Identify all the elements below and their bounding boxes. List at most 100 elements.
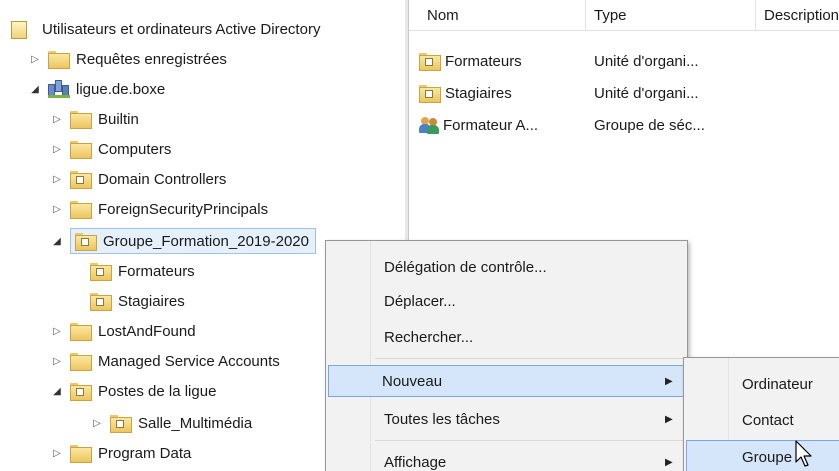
menu-separator [375,358,683,359]
collapse-arrow-icon[interactable]: ◢ [50,376,64,406]
menu-item-delegation[interactable]: Délégation de contrôle... [328,249,685,285]
mouse-cursor-icon [795,440,812,467]
menu-item-label: Délégation de contrôle... [384,258,547,276]
menu-item-new[interactable]: Nouveau ▶ [328,365,685,397]
ad-users-computers-icon [8,20,28,39]
list-header: Nom Type Description [409,0,839,31]
tree-item-label: Salle_Multimédia [138,414,253,432]
menu-item-computer[interactable]: Ordinateur [686,366,839,402]
menu-item-label: Contact [742,411,794,429]
menu-item-move[interactable]: Déplacer... [328,283,685,319]
menu-item-group[interactable]: Groupe [686,440,839,471]
ou-icon [419,53,441,71]
menu-item-contact[interactable]: Contact [686,402,839,438]
tree-item-label: ForeignSecurityPrincipals [98,200,269,218]
menu-item-label: Groupe [742,448,793,466]
menu-item-label: Ordinateur [742,375,813,393]
tree-item-label: Stagiaires [118,292,185,310]
menu-separator [375,440,683,441]
list-item-type: Groupe de séc... [594,116,705,134]
folder-icon [70,353,92,371]
menu-item-view[interactable]: Affichage ▶ [328,444,685,471]
list-item-type: Unité d'organi... [594,84,699,102]
list-item[interactable]: Formateurs Unité d'organi... [409,46,756,76]
submenu-arrow-icon: ▶ [665,413,673,425]
tree-item-builtin[interactable]: ▷ Builtin [50,104,139,134]
ou-icon [75,233,97,251]
tree-item-label: Managed Service Accounts [98,352,280,370]
folder-icon [48,51,70,69]
tree-item-program-data[interactable]: ▷ Program Data [50,438,191,468]
folder-icon [70,445,92,463]
tree-item-salle[interactable]: ▷ Salle_Multimédia [90,408,252,438]
tree-item-label: LostAndFound [98,322,196,340]
tree-item-label: ligue.de.boxe [76,80,166,98]
context-menu: Délégation de contrôle... Déplacer... Re… [325,240,688,471]
ou-icon [419,85,441,103]
list-item-name: Formateurs [445,52,522,70]
expand-arrow-icon[interactable]: ▷ [50,104,64,134]
submenu-arrow-icon: ▶ [665,456,673,468]
list-item-name: Formateur A... [443,116,539,134]
folder-icon [70,201,92,219]
expand-arrow-icon[interactable]: ▷ [50,194,64,224]
group-icon [419,116,439,134]
submenu-new: Ordinateur Contact Groupe [683,357,839,471]
expand-arrow-icon[interactable]: ▷ [50,346,64,376]
ou-icon [90,293,112,311]
tree-item-label: Computers [98,140,172,158]
list-item-type: Unité d'organi... [594,52,699,70]
tree-item-label: Requêtes enregistrées [76,50,227,68]
ou-icon [110,415,132,433]
expand-arrow-icon[interactable]: ▷ [50,164,64,194]
tree-item-label: Domain Controllers [98,170,227,188]
tree-item-saved-queries[interactable]: ▷ Requêtes enregistrées [28,44,227,74]
tree-item-fsp[interactable]: ▷ ForeignSecurityPrincipals [50,194,268,224]
ou-icon [70,383,92,401]
tree-item-groupe-formation-row[interactable]: ◢ Groupe_Formation_2019-2020 [50,226,316,256]
tree-item-label: Builtin [98,110,139,128]
expand-arrow-icon[interactable]: ▷ [90,408,104,438]
tree-item-label: Formateurs [118,262,195,280]
tree-item-groupe-formation[interactable]: Groupe_Formation_2019-2020 [70,228,316,254]
tree-item-formateurs[interactable]: Formateurs [90,256,195,286]
expand-arrow-icon[interactable]: ▷ [28,44,42,74]
column-header-name[interactable]: Nom [409,0,586,30]
tree-item-label: Program Data [98,444,192,462]
tree-item-postes[interactable]: ◢ Postes de la ligue [50,376,216,406]
menu-item-label: Toutes les tâches [384,410,500,428]
collapse-arrow-icon[interactable]: ◢ [28,74,42,104]
ou-icon [90,263,112,281]
list-item-name: Stagiaires [445,84,512,102]
tree-item-stagiaires[interactable]: Stagiaires [90,286,185,316]
domain-icon [48,80,70,98]
tree-item-lostandfound[interactable]: ▷ LostAndFound [50,316,196,346]
expand-arrow-icon[interactable]: ▷ [50,316,64,346]
menu-item-label: Affichage [384,453,447,471]
tree-item-domain-controllers[interactable]: ▷ Domain Controllers [50,164,226,194]
tree-item-label: Postes de la ligue [98,382,217,400]
list-item[interactable]: Formateur A... Groupe de séc... [409,110,756,140]
ou-icon [70,171,92,189]
folder-icon [70,141,92,159]
folder-icon [70,111,92,129]
tree-item-label: Groupe_Formation_2019-2020 [103,232,309,250]
menu-item-find[interactable]: Rechercher... [328,319,685,355]
column-header-description[interactable]: Description [756,0,839,30]
menu-item-all-tasks[interactable]: Toutes les tâches ▶ [328,401,685,437]
expand-arrow-icon[interactable]: ▷ [50,134,64,164]
tree-item-msa[interactable]: ▷ Managed Service Accounts [50,346,280,376]
menu-item-label: Nouveau [382,372,443,390]
list-item[interactable]: Stagiaires Unité d'organi... [409,78,756,108]
submenu-arrow-icon: ▶ [665,375,673,387]
tree-item-computers[interactable]: ▷ Computers [50,134,171,164]
tree-item-root[interactable]: Utilisateurs et ordinateurs Active Direc… [8,14,320,44]
folder-icon [70,323,92,341]
expand-arrow-icon[interactable]: ▷ [50,438,64,468]
collapse-arrow-icon[interactable]: ◢ [50,226,64,256]
menu-item-label: Rechercher... [384,328,474,346]
column-header-type[interactable]: Type [586,0,756,30]
menu-item-label: Déplacer... [384,292,456,310]
tree-item-label: Utilisateurs et ordinateurs Active Direc… [42,20,321,38]
tree-item-domain[interactable]: ◢ ligue.de.boxe [28,74,165,104]
